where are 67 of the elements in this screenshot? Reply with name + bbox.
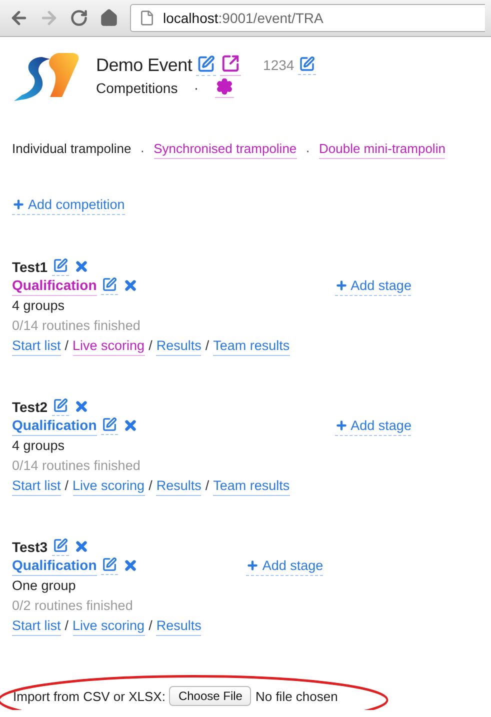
link-separator: / (64, 477, 69, 495)
progress-text: 0/14 routines finished (12, 457, 142, 475)
forward-arrow-icon (39, 8, 59, 28)
plus-icon (334, 419, 348, 432)
separator-dot: · (194, 80, 199, 96)
stage-link[interactable]: Qualification (12, 276, 97, 296)
stage-action-link[interactable]: Team results (213, 477, 290, 496)
stage-action-link[interactable]: Team results (213, 337, 290, 356)
group-count: One group (12, 577, 77, 595)
event-title: Demo Event (96, 54, 192, 76)
edit-icon[interactable] (298, 56, 316, 74)
add-stage-link[interactable]: Add stage (334, 418, 412, 436)
stage-action-link[interactable]: Live scoring (72, 337, 145, 356)
plus-icon (246, 559, 260, 572)
stage-action-link[interactable]: Start list (12, 477, 61, 496)
competition-name: Test3 (12, 539, 48, 555)
stage-link[interactable]: Qualification (12, 416, 97, 436)
stage-action-link[interactable]: Live scoring (72, 477, 145, 496)
stage-link[interactable]: Qualification (12, 556, 97, 576)
file-status: No file chosen (255, 688, 338, 704)
stage-action-link[interactable]: Results (156, 617, 202, 636)
edit-icon[interactable] (52, 258, 69, 276)
separator-dot: · (306, 142, 310, 158)
link-separator: / (64, 337, 69, 355)
link-separator: / (148, 477, 152, 495)
stage-action-link[interactable]: Start list (12, 617, 61, 636)
event-code: 1234 (263, 57, 294, 73)
stage-action-link[interactable]: Results (156, 337, 202, 356)
stage-action-link[interactable]: Live scoring (72, 617, 145, 636)
edit-icon[interactable] (100, 277, 118, 295)
discipline-tab[interactable]: Synchronised trampoline (154, 141, 297, 159)
external-link-icon[interactable] (220, 54, 242, 76)
reload-icon (70, 9, 88, 27)
edit-icon[interactable] (52, 538, 69, 556)
choose-file-button[interactable]: Choose File (169, 686, 252, 706)
link-separator: / (148, 617, 152, 635)
house-icon (100, 9, 118, 27)
logo-icon (12, 51, 80, 101)
edit-icon[interactable] (100, 557, 118, 575)
edit-icon[interactable] (196, 54, 216, 76)
plus-icon (334, 279, 348, 292)
url-text: localhost:9001/event/TRA (163, 10, 324, 26)
import-label: Import from CSV or XLSX: (13, 688, 166, 704)
edit-icon[interactable] (100, 417, 118, 435)
edit-icon[interactable] (52, 398, 69, 416)
link-separator: / (148, 337, 152, 355)
group-count: 4 groups (12, 437, 66, 455)
add-competition-link[interactable]: Add competition (12, 197, 125, 215)
add-stage-link[interactable]: Add stage (246, 558, 324, 576)
progress-text: 0/14 routines finished (12, 317, 142, 335)
competition-name: Test2 (12, 399, 48, 415)
link-separator: / (205, 337, 210, 355)
link-separator: / (205, 477, 210, 495)
plus-icon (12, 198, 25, 211)
link-separator: / (64, 617, 69, 635)
discipline-tab[interactable]: Individual trampoline (12, 141, 132, 159)
page-icon (139, 10, 155, 26)
progress-text: 0/2 routines finished (12, 597, 134, 615)
separator-dot: · (140, 142, 145, 158)
discipline-tab[interactable]: Double mini-trampolin (319, 141, 446, 159)
stage-action-link[interactable]: Start list (12, 337, 61, 356)
add-stage-link[interactable]: Add stage (334, 278, 412, 296)
stage-action-link[interactable]: Results (156, 477, 202, 496)
group-count: 4 groups (12, 297, 66, 315)
section-title: Competitions (96, 80, 178, 96)
address-bar[interactable]: localhost:9001/event/TRA (130, 4, 485, 32)
competition-name: Test1 (12, 259, 48, 275)
